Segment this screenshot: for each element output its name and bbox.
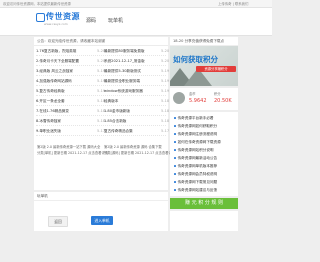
list-row[interactable]: 9.单职业迷失版 5-17 复古传奇精品合集 5-17	[34, 126, 169, 136]
list-row[interactable]: 8.冰雪传奇独家 5-18 1.85合击新版 5-18	[34, 116, 169, 126]
welcome-text: 欢迎访问传世资源网，本站提供最新传世资源	[3, 2, 71, 6]
value-b: 20.50K	[214, 98, 232, 104]
logo-subtitle: www.cssyx.com	[44, 22, 68, 26]
notice-text: 公告：欢迎光临传世资源，请收藏本站谢谢	[37, 39, 106, 43]
bottom-tab: 玩单机	[34, 192, 168, 200]
bullet-icon	[174, 125, 176, 127]
banner-title: 如何获取积分	[173, 55, 218, 64]
bullet-icon	[174, 189, 176, 191]
avatar[interactable]	[173, 92, 185, 104]
list-row[interactable]: 3.经典版 风云之战独家 5-19 最新提供5-30新版测试 5-19	[34, 66, 169, 76]
points-banner[interactable]: 如何获取积分 资源分享赚积分	[170, 46, 238, 86]
top-bar: 欢迎访问传世资源网，本站提供最新传世资源 上传传奇 | 联系我们	[0, 0, 272, 8]
faq-item[interactable]: 传奇资源网下载常见问题	[174, 180, 236, 185]
enter-single-player-button[interactable]: 进入单机	[91, 216, 113, 225]
detail-line[interactable]: 第2版 2.0 最新传奇资源 源码 合集下载	[104, 144, 162, 149]
bullet-icon	[174, 141, 176, 143]
logo-text[interactable]: 传世资源	[46, 11, 80, 22]
list-row[interactable]: 1.76复古新版，烈焰英雄 5-20 最新提供80服务端免费版 5-20	[34, 46, 169, 56]
faq-item[interactable]: 传奇资源网站积分说明	[174, 148, 236, 153]
right-title: 18-20 分享充值获得免费下载点	[170, 37, 238, 45]
bullet-icon	[174, 173, 176, 175]
right-bottom-panel	[170, 211, 238, 231]
bullet-icon	[174, 117, 176, 119]
detail-line: 分类[单机] 更新日期 2021-12-17 点击查看详情	[37, 151, 109, 155]
back-button[interactable]: 返回	[48, 216, 68, 227]
faq-item[interactable]: 如何在传奇资源网下载资源	[174, 140, 236, 145]
detail-line[interactable]: 第2版 2.0 最新传奇资源一站下载 源码大全	[37, 144, 100, 149]
faq-item[interactable]: 传奇资源网如何获取积分	[174, 124, 236, 129]
faq-item[interactable]: 传奇资源网单机版本推荐	[174, 164, 236, 169]
right-title-text: 18-20 分享充值获得免费下载点	[173, 39, 225, 43]
bottom-tab-label[interactable]: 玩单机	[37, 194, 48, 199]
faq-item[interactable]: 传奇资源网站建议与反馈	[174, 188, 236, 193]
bullet-icon	[174, 149, 176, 151]
faq-list: 传奇资源平台新手必看 传奇资源网如何获取积分 传奇资源网注册流程说明 如何在传奇…	[170, 112, 238, 196]
notice-bar: 公告：欢迎光临传世资源，请收藏本站谢谢	[34, 37, 168, 46]
nav-item-source[interactable]: 源码	[86, 17, 96, 24]
faq-item[interactable]: 传奇资源网会员特权说明	[174, 172, 236, 177]
banner-badge: 资源分享赚积分	[196, 66, 236, 72]
resource-list: 1.76复古新版，烈焰英雄 5-20 最新提供80服务端免费版 5-20 2.传奇月卡…	[34, 46, 175, 190]
label-b: 积分	[214, 92, 221, 96]
bullet-icon	[174, 165, 176, 167]
bullet-icon	[174, 181, 176, 183]
user-profile: 金币 5.9642 积分 20.50K	[170, 88, 238, 110]
faq-item[interactable]: 传奇资源网最新活动公告	[174, 156, 236, 161]
list-row[interactable]: 4.加强版传奇网站源码 5-19 最新提供全职业服务端 5-19	[34, 76, 169, 86]
list-row[interactable]: 6.开区一条龙全套 5-18 经典版本 5-18	[34, 96, 169, 106]
value-a: 5.9642	[189, 98, 207, 104]
label-a: 金币	[189, 92, 196, 96]
list-row[interactable]: 7.在线1.76精品微变 5-18 1.80金币版新版 5-18	[34, 106, 169, 116]
logo-icon	[36, 13, 45, 22]
header: 传世资源 www.cssyx.com 源码 玩单机	[0, 8, 272, 36]
earn-points-button[interactable]: 赚 元 积 分 规 则	[170, 198, 238, 209]
faq-item[interactable]: 传奇资源平台新手必看	[174, 116, 236, 121]
faq-item[interactable]: 传奇资源网注册流程说明	[174, 132, 236, 137]
bullet-icon	[174, 133, 176, 135]
nav-item-single-player[interactable]: 玩单机	[108, 17, 123, 24]
bullet-icon	[174, 157, 176, 159]
list-row[interactable]: 5.复古传奇经典版 5-19 window系统游戏服务器 5-19	[34, 86, 169, 96]
detail-line: 分类[源码] 更新日期 2021-12-17 点击查看详情	[104, 151, 176, 155]
top-links[interactable]: 上传传奇 | 联系我们	[218, 1, 248, 6]
list-row[interactable]: 2.传奇月卡天下全服端配置 5-20 系统2021-12-17_常金版 5-20	[34, 56, 169, 66]
